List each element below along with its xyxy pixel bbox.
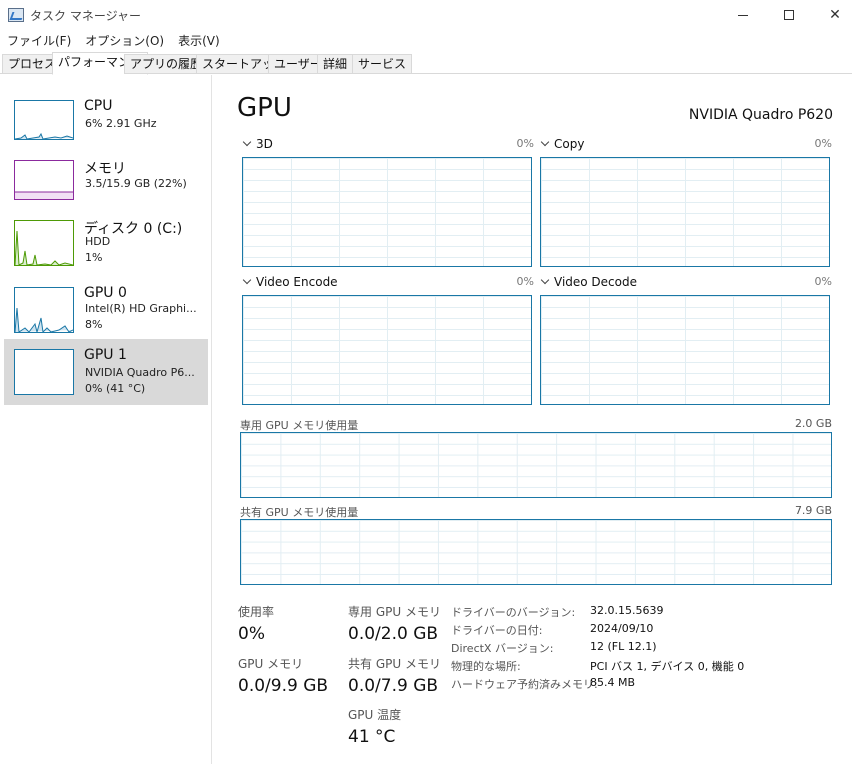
disk-type: HDD xyxy=(85,235,111,248)
driver-version-value: 32.0.15.5639 xyxy=(590,604,664,617)
tab-services[interactable]: サービス xyxy=(352,54,413,74)
tab-details[interactable]: 詳細 xyxy=(317,54,354,74)
close-button[interactable]: ✕ xyxy=(812,0,852,30)
gpu-memory-value: 0.0/9.9 GB xyxy=(238,676,329,696)
resource-list: CPU 6% 2.91 GHz メモリ 3.5/15.9 GB (22%) ディ… xyxy=(0,75,212,764)
tab-strip: プロセス パフォーマンス アプリの履歴 スタートアップ ユーザー 詳細 サービス xyxy=(0,52,852,75)
engine-graph-video-encode xyxy=(242,295,532,405)
gpu1-usage: 0% (41 °C) xyxy=(85,382,146,395)
resource-item-gpu1[interactable]: GPU 1 NVIDIA Quadro P6... 0% (41 °C) xyxy=(4,339,208,405)
dedicated-memory-label: 専用 GPU メモリ xyxy=(348,605,441,619)
engine-percent-video-decode: 0% xyxy=(814,275,832,288)
maximize-button[interactable] xyxy=(766,0,812,30)
reserved-memory-label: ハードウェア予約済みメモリ: xyxy=(451,678,598,691)
physical-location-label: 物理的な場所: xyxy=(451,660,521,673)
engine-percent-copy: 0% xyxy=(814,137,832,150)
gpu-temperature-label: GPU 温度 xyxy=(348,708,402,722)
engine-header-copy[interactable]: Copy 0% xyxy=(540,137,832,151)
title-bar: タスク マネージャー ✕ xyxy=(0,0,852,30)
cpu-usage: 6% 2.91 GHz xyxy=(85,117,157,130)
memory-name: メモリ xyxy=(84,161,126,177)
engine-label-3d: 3D xyxy=(256,137,273,151)
cpu-sparkline xyxy=(15,132,73,139)
resource-item-memory[interactable]: メモリ 3.5/15.9 GB (22%) xyxy=(4,150,208,216)
cpu-thumbnail-graph xyxy=(14,100,74,140)
gpu-memory-label: GPU メモリ xyxy=(238,657,304,671)
driver-date-label: ドライバーの日付: xyxy=(451,624,543,637)
window-title: タスク マネージャー xyxy=(30,9,141,23)
gpu1-name: GPU 1 xyxy=(84,347,127,363)
disk-sparkline xyxy=(15,230,73,265)
disk-usage: 1% xyxy=(85,251,103,264)
reserved-memory-value: 85.4 MB xyxy=(590,676,636,689)
engine-percent-3d: 0% xyxy=(516,137,534,150)
driver-version-label: ドライバーのバージョン: xyxy=(451,606,576,619)
memory-thumbnail-graph xyxy=(14,160,74,200)
physical-location-value: PCI バス 1, デバイス 0, 機能 0 xyxy=(590,660,745,673)
engine-label-video-encode: Video Encode xyxy=(256,275,338,289)
menu-options[interactable]: オプション(O) xyxy=(78,30,171,50)
shared-memory-graph xyxy=(240,519,832,585)
gpu0-thumbnail-graph xyxy=(14,287,74,333)
resource-item-disk[interactable]: ディスク 0 (C:) HDD 1% xyxy=(4,210,208,276)
utilization-value: 0% xyxy=(238,624,265,644)
directx-version-value: 12 (FL 12.1) xyxy=(590,640,657,653)
engine-header-3d[interactable]: 3D 0% xyxy=(242,137,534,151)
gpu0-usage: 8% xyxy=(85,318,103,331)
dedicated-memory-graph-max: 2.0 GB xyxy=(794,417,832,430)
engine-graph-copy xyxy=(540,157,830,267)
task-manager-icon xyxy=(8,8,24,22)
dedicated-memory-value: 0.0/2.0 GB xyxy=(348,624,439,644)
minimize-button[interactable] xyxy=(720,0,766,30)
gpu1-model: NVIDIA Quadro P6... xyxy=(85,366,195,379)
shared-memory-graph-label: 共有 GPU メモリ使用量 xyxy=(240,506,359,519)
device-name: NVIDIA Quadro P620 xyxy=(688,107,833,123)
chevron-down-icon xyxy=(540,137,550,147)
maximize-icon xyxy=(784,10,794,20)
shared-memory-graph-max: 7.9 GB xyxy=(794,504,832,517)
driver-date-value: 2024/09/10 xyxy=(590,622,654,635)
gpu-temperature-value: 41 °C xyxy=(348,727,396,747)
engine-graph-video-decode xyxy=(540,295,830,405)
shared-memory-label: 共有 GPU メモリ xyxy=(348,657,441,671)
directx-version-label: DirectX バージョン: xyxy=(451,642,554,655)
memory-sparkline xyxy=(15,191,73,199)
chevron-down-icon xyxy=(242,137,252,147)
close-icon: ✕ xyxy=(829,7,841,23)
page-title: GPU xyxy=(237,93,292,123)
utilization-label: 使用率 xyxy=(238,605,275,619)
gpu0-name: GPU 0 xyxy=(84,285,127,301)
gpu0-model: Intel(R) HD Graphi... xyxy=(85,302,197,315)
cpu-name: CPU xyxy=(84,98,113,114)
disk-thumbnail-graph xyxy=(14,220,74,266)
gpu0-sparkline xyxy=(15,307,73,332)
engine-graph-3d xyxy=(242,157,532,267)
engine-label-video-decode: Video Decode xyxy=(554,275,637,289)
engine-label-copy: Copy xyxy=(554,137,585,151)
resource-item-gpu0[interactable]: GPU 0 Intel(R) HD Graphi... 8% xyxy=(4,277,208,343)
engine-header-video-encode[interactable]: Video Encode 0% xyxy=(242,275,534,289)
dedicated-memory-graph xyxy=(240,432,832,498)
menu-view[interactable]: 表示(V) xyxy=(171,30,227,50)
menu-bar: ファイル(F) オプション(O) 表示(V) xyxy=(0,30,227,50)
memory-usage: 3.5/15.9 GB (22%) xyxy=(85,177,187,190)
engine-percent-video-encode: 0% xyxy=(516,275,534,288)
chevron-down-icon xyxy=(242,275,252,285)
gpu1-thumbnail-graph xyxy=(14,349,74,395)
shared-memory-value: 0.0/7.9 GB xyxy=(348,676,439,696)
menu-file[interactable]: ファイル(F) xyxy=(0,30,78,50)
engine-header-video-decode[interactable]: Video Decode 0% xyxy=(540,275,832,289)
resource-item-cpu[interactable]: CPU 6% 2.91 GHz xyxy=(4,90,208,156)
dedicated-memory-graph-label: 専用 GPU メモリ使用量 xyxy=(240,419,359,432)
minimize-icon xyxy=(738,14,748,16)
chevron-down-icon xyxy=(540,275,550,285)
